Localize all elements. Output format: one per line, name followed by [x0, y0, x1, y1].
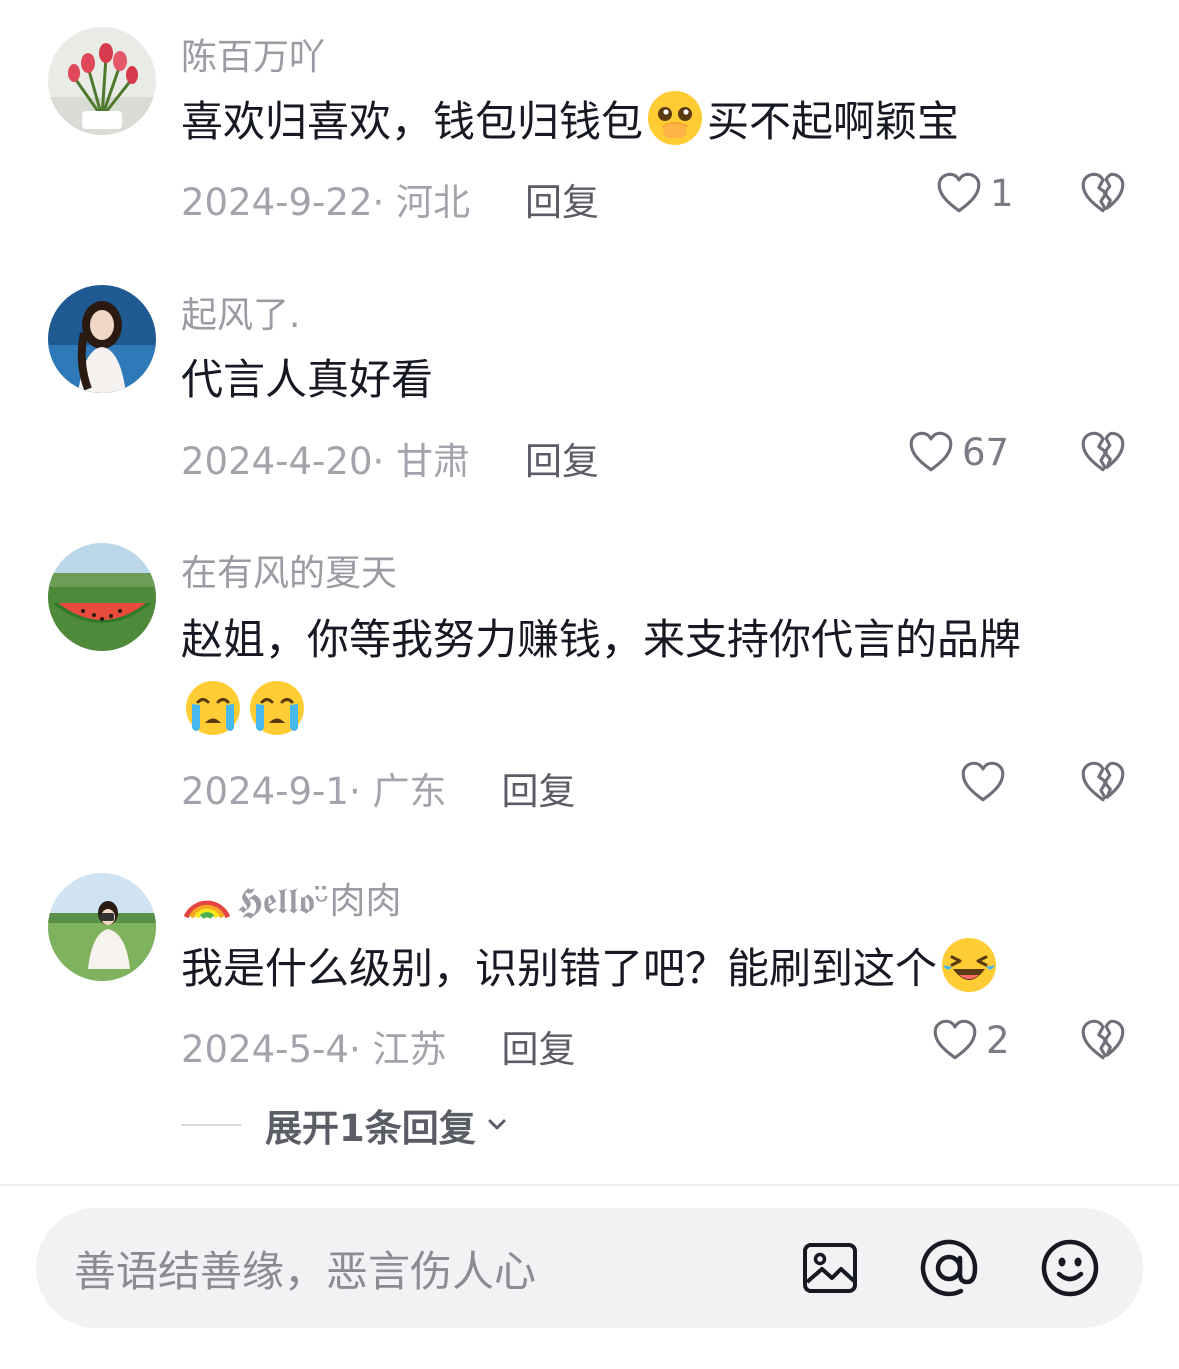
reply-button[interactable]: 回复 [501, 1019, 575, 1073]
comment-text: 赵姐，你等我努力赚钱，来支持你代言的品牌 [181, 604, 1111, 748]
comment-meta: 2024-4-20· 甘肃 回复 [181, 431, 599, 485]
like-count: 1 [990, 171, 1014, 215]
comment-meta: 2024-9-22· 河北 回复 [181, 172, 599, 226]
heart-icon [958, 757, 1008, 807]
emoji-face-icon [1041, 1239, 1099, 1297]
broken-heart-icon [1078, 1015, 1128, 1065]
like-count: 67 [962, 430, 1010, 474]
avatar[interactable] [48, 285, 156, 393]
comment-text-part: 我是什么级别，识别错了吧？能刷到这个 [181, 944, 938, 993]
loudly-crying-emoji-icon [183, 678, 243, 738]
dislike-button[interactable] [1078, 427, 1130, 479]
avatar[interactable] [48, 27, 156, 135]
loudly-crying-emoji-icon [247, 678, 307, 738]
like-button[interactable] [958, 757, 1014, 807]
image-button[interactable] [798, 1236, 862, 1300]
comment-text-part: 赵姐，你等我努力赚钱，来支持你代言的品牌 [181, 615, 1022, 664]
dislike-button[interactable] [1078, 1015, 1130, 1067]
emoji-button[interactable] [1038, 1236, 1102, 1300]
rainbow-emoji-icon [181, 872, 233, 924]
broken-heart-icon [1078, 757, 1128, 807]
comment-text-part: 喜欢归喜欢，钱包归钱包 [181, 97, 644, 146]
comment-text-part: 买不起啊颖宝 [707, 97, 960, 146]
like-button[interactable]: 67 [906, 427, 1009, 477]
username-text: 陈百万吖 [181, 37, 326, 78]
username-text: 𝕳𝖊𝖑𝖑𝖔ᵕ̈肉肉 [237, 881, 402, 922]
avatar[interactable] [48, 873, 156, 981]
username-text: 在有风的夏天 [181, 553, 398, 594]
avatar[interactable] [48, 543, 156, 651]
heart-icon [934, 168, 984, 218]
like-count: 2 [986, 1018, 1010, 1062]
username[interactable]: 在有风的夏天 [181, 544, 397, 596]
date-location: 2024-9-22· 河北 [181, 181, 471, 224]
heart-icon [906, 427, 956, 477]
reply-button[interactable]: 回复 [525, 172, 599, 226]
chevron-down-icon [488, 1119, 506, 1130]
comment-meta: 2024-9-1· 广东 回复 [181, 761, 575, 815]
comment-input-bar[interactable]: 善语结善缘，恶言伤人心 [36, 1208, 1143, 1328]
username[interactable]: 陈百万吖 [181, 28, 325, 80]
expand-replies-label: 展开1条回复 [265, 1107, 476, 1150]
comment-text: 喜欢归喜欢，钱包归钱包 买不起啊颖宝 [181, 86, 1111, 158]
divider [0, 1184, 1179, 1186]
username[interactable]: 𝕳𝖊𝖑𝖑𝖔ᵕ̈肉肉 [181, 872, 402, 924]
reply-button[interactable]: 回复 [525, 431, 599, 485]
like-button[interactable]: 2 [930, 1015, 1010, 1065]
dislike-button[interactable] [1078, 168, 1130, 220]
date-location: 2024-5-4· 江苏 [181, 1028, 447, 1071]
reply-button[interactable]: 回复 [501, 761, 575, 815]
like-button[interactable]: 1 [934, 168, 1014, 218]
comment-text-part: 代言人真好看 [181, 355, 434, 404]
at-icon [920, 1239, 978, 1297]
username[interactable]: 起风了. [181, 286, 300, 338]
comment-text: 我是什么级别，识别错了吧？能刷到这个 [181, 933, 1111, 1005]
broken-heart-icon [1078, 427, 1128, 477]
broken-heart-icon [1078, 168, 1128, 218]
image-icon [803, 1243, 857, 1293]
date-location: 2024-9-1· 广东 [181, 770, 447, 813]
comment-text: 代言人真好看 [181, 344, 1111, 416]
comment-input[interactable]: 善语结善缘，恶言伤人心 [74, 1238, 536, 1299]
heart-icon [930, 1015, 980, 1065]
pleading-crying-emoji-icon [645, 88, 705, 148]
dislike-button[interactable] [1078, 757, 1130, 809]
mention-button[interactable] [917, 1236, 981, 1300]
expand-replies-button[interactable]: 展开1条回复 [181, 1098, 512, 1152]
laughing-tears-emoji-icon [939, 935, 999, 995]
divider-line [181, 1124, 241, 1126]
comment-meta: 2024-5-4· 江苏 回复 [181, 1019, 575, 1073]
username-text: 起风了. [181, 295, 301, 336]
date-location: 2024-4-20· 甘肃 [181, 440, 471, 483]
